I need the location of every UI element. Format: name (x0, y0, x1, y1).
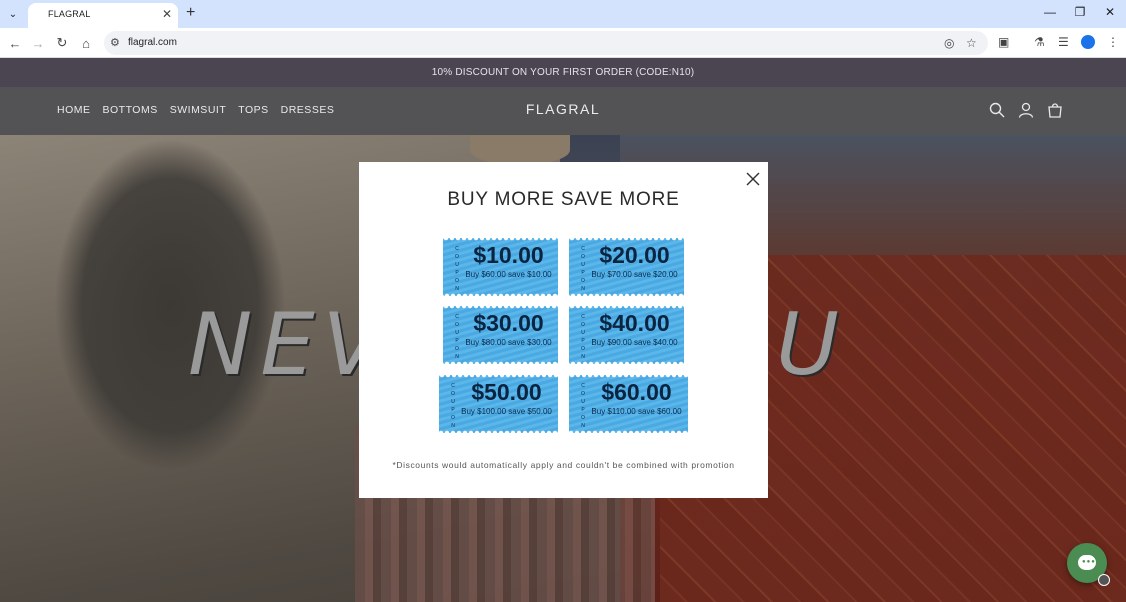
chat-badge (1098, 574, 1110, 586)
coupon-card[interactable]: COUPON $60.00 Buy $110.00 save $60.00 (569, 375, 688, 433)
browser-tabbar: ⌄ FLAGRAL ✕ + — ❐ ✕ (0, 0, 1126, 28)
promo-modal: BUY MORE SAVE MORE COUPON $10.00 Buy $60… (359, 162, 768, 498)
modal-title: BUY MORE SAVE MORE (447, 189, 680, 210)
search-icon[interactable] (989, 102, 1005, 123)
tab-close-icon[interactable]: ✕ (162, 7, 172, 21)
coupon-amount: $20.00 (599, 242, 670, 268)
bookmark-star-icon[interactable]: ☆ (966, 36, 977, 50)
coupon-card[interactable]: COUPON $20.00 Buy $70.00 save $20.00 (569, 238, 684, 296)
window-close-icon[interactable]: ✕ (1100, 5, 1120, 19)
restore-icon[interactable]: ❐ (1070, 5, 1090, 19)
site-header: HOME BOTTOMS SWIMSUIT TOPS DRESSES FLAGR… (0, 87, 1126, 135)
home-icon[interactable]: ⌂ (77, 34, 95, 52)
coupon-desc: Buy $60.00 save $10.00 (465, 270, 552, 279)
hero-model-head (470, 135, 570, 165)
modal-note: *Discounts would automatically apply and… (392, 460, 735, 470)
tab-title: FLAGRAL (48, 9, 91, 19)
chat-button[interactable]: ●●● (1067, 543, 1110, 586)
minimize-icon[interactable]: — (1040, 5, 1060, 19)
account-icon[interactable] (1018, 102, 1034, 123)
coupon-desc: Buy $80.00 save $30.00 (465, 338, 552, 347)
browser-toolbar: ← → ↻ ⌂ ⚙ flagral.com ◎ ☆ ▣ ⚗ ☰ ⋮ (0, 28, 1126, 58)
coupon-desc: Buy $100.00 save $50.00 (461, 407, 552, 416)
coupon-amount: $50.00 (471, 379, 542, 405)
back-icon[interactable]: ← (6, 34, 24, 52)
coupon-card[interactable]: COUPON $40.00 Buy $90.00 save $40.00 (569, 306, 684, 364)
hero-headline-right: U (776, 295, 847, 395)
tracking-eye-icon[interactable]: ◎ (944, 36, 954, 50)
browser-tab[interactable]: FLAGRAL ✕ (28, 3, 178, 28)
reload-icon[interactable]: ↻ (53, 34, 71, 52)
coupon-desc: Buy $90.00 save $40.00 (591, 338, 678, 347)
extensions-icon[interactable]: ▣ (998, 35, 1009, 49)
new-tab-icon[interactable]: + (186, 4, 195, 22)
site-info-icon[interactable]: ⚙ (110, 36, 120, 49)
cart-icon[interactable] (1047, 102, 1063, 123)
url-text: flagral.com (128, 37, 177, 48)
address-bar[interactable]: ⚙ flagral.com ◎ ☆ (104, 31, 988, 55)
coupon-card[interactable]: COUPON $10.00 Buy $60.00 save $10.00 (443, 238, 558, 296)
coupon-amount: $10.00 (473, 242, 544, 268)
tab-search-chevron-icon[interactable]: ⌄ (4, 5, 22, 23)
coupon-desc: Buy $70.00 save $20.00 (591, 270, 678, 279)
forward-icon[interactable]: → (29, 34, 47, 52)
chat-icon: ●●● (1078, 555, 1096, 570)
close-icon[interactable] (745, 171, 761, 187)
coupon-card[interactable]: COUPON $30.00 Buy $80.00 save $30.00 (443, 306, 558, 364)
coupon-amount: $30.00 (473, 310, 544, 336)
menu-kebab-icon[interactable]: ⋮ (1107, 35, 1119, 49)
profile-avatar[interactable] (1081, 35, 1095, 49)
site-logo[interactable]: FLAGRAL (0, 101, 1126, 117)
coupon-desc: Buy $110.00 save $60.00 (591, 407, 682, 416)
coupon-amount: $60.00 (601, 379, 672, 405)
coupon-card[interactable]: COUPON $50.00 Buy $100.00 save $50.00 (439, 375, 558, 433)
media-icon[interactable]: ☰ (1058, 35, 1069, 49)
coupon-amount: $40.00 (599, 310, 670, 336)
labs-icon[interactable]: ⚗ (1034, 35, 1045, 49)
announcement-bar: 10% DISCOUNT ON YOUR FIRST ORDER (CODE:N… (0, 58, 1126, 87)
